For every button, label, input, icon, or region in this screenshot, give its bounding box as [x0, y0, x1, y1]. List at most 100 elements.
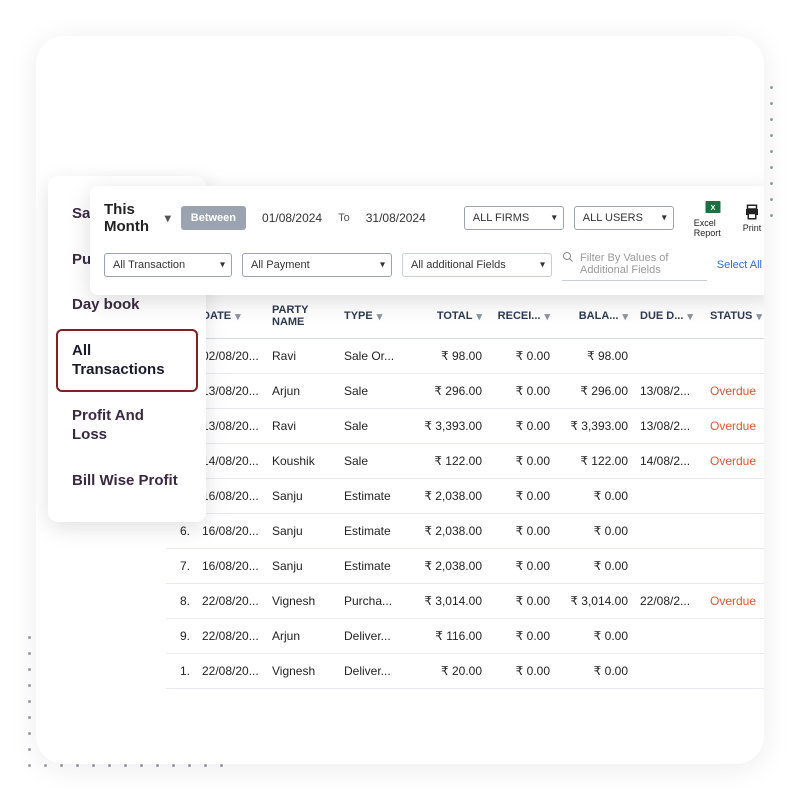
cell-type: Deliver...	[338, 664, 402, 678]
cell-date: 14/08/20...	[196, 454, 266, 468]
cell-party: Sanju	[266, 559, 338, 573]
print-button[interactable]: Print	[742, 203, 762, 233]
cell-party: Sanju	[266, 489, 338, 503]
filter-icon: ▾	[687, 310, 693, 323]
cell-status	[704, 629, 762, 643]
col-total[interactable]: TOTAL▾	[402, 304, 488, 328]
excel-report-button[interactable]: X Excel Report	[694, 198, 732, 238]
cell-status	[704, 524, 762, 538]
cell-status: Overdue	[704, 419, 762, 433]
excel-icon: X	[703, 198, 723, 216]
sidebar-item-billwise-profit[interactable]: Bill Wise Profit	[56, 459, 198, 503]
chevron-down-icon: ▾	[165, 211, 171, 225]
search-icon	[562, 251, 574, 263]
cell-received: ₹ 0.00	[488, 454, 556, 468]
cell-type: Sale	[338, 419, 402, 433]
cell-balance: ₹ 0.00	[556, 489, 634, 503]
cell-type: Sale	[338, 454, 402, 468]
transaction-dropdown[interactable]: All Transaction▾	[104, 253, 232, 277]
table-row[interactable]: 5.16/08/20...SanjuEstimate₹ 2,038.00₹ 0.…	[166, 479, 764, 514]
cell-balance: ₹ 0.00	[556, 559, 634, 573]
cell-total: ₹ 2,038.00	[402, 524, 488, 538]
cell-party: Ravi	[266, 419, 338, 433]
user-dropdown[interactable]: ALL USERS▾	[574, 206, 674, 230]
sidebar-item-profit-loss[interactable]: Profit And Loss	[56, 394, 198, 457]
cell-date: 13/08/20...	[196, 419, 266, 433]
cell-balance: ₹ 3,014.00	[556, 594, 634, 608]
table-row[interactable]: 6.16/08/20...SanjuEstimate₹ 2,038.00₹ 0.…	[166, 514, 764, 549]
period-dropdown[interactable]: This Month ▾	[104, 201, 171, 235]
cell-date: 16/08/20...	[196, 559, 266, 573]
cell-total: ₹ 20.00	[402, 664, 488, 678]
search-input[interactable]: Filter By Values of Additional Fields	[562, 248, 707, 281]
cell-num: 8.	[170, 594, 196, 608]
col-status[interactable]: STATUS▾	[704, 304, 762, 328]
table-row[interactable]: 4.14/08/20...KoushikSale₹ 122.00₹ 0.00₹ …	[166, 444, 764, 479]
cell-due	[634, 349, 704, 363]
cell-total: ₹ 296.00	[402, 384, 488, 398]
firm-dropdown[interactable]: ALL FIRMS▾	[464, 206, 564, 230]
cell-type: Estimate	[338, 559, 402, 573]
cell-type: Deliver...	[338, 629, 402, 643]
cell-total: ₹ 2,038.00	[402, 559, 488, 573]
chevron-down-icon: ▾	[552, 213, 557, 224]
select-all-link[interactable]: Select All	[717, 259, 762, 271]
table-row[interactable]: 1.22/08/20...VigneshDeliver...₹ 20.00₹ 0…	[166, 654, 764, 689]
chevron-down-icon: ▾	[540, 259, 545, 270]
cell-status: Overdue	[704, 594, 762, 608]
cell-total: ₹ 98.00	[402, 349, 488, 363]
cell-due	[634, 524, 704, 538]
table-row[interactable]: 1.02/08/20...RaviSale Or...₹ 98.00₹ 0.00…	[166, 339, 764, 374]
additional-fields-dropdown[interactable]: All additional Fields▾	[402, 253, 552, 277]
cell-received: ₹ 0.00	[488, 524, 556, 538]
cell-received: ₹ 0.00	[488, 629, 556, 643]
cell-status: Overdue	[704, 384, 762, 398]
cell-num: 7.	[170, 559, 196, 573]
col-type[interactable]: TYPE▾	[338, 304, 402, 328]
cell-total: ₹ 2,038.00	[402, 489, 488, 503]
cell-due	[634, 629, 704, 643]
cell-status	[704, 559, 762, 573]
cell-balance: ₹ 0.00	[556, 664, 634, 678]
table-row[interactable]: 2.13/08/20...ArjunSale₹ 296.00₹ 0.00₹ 29…	[166, 374, 764, 409]
cell-date: 02/08/20...	[196, 349, 266, 363]
cell-num: 1.	[170, 664, 196, 678]
table-row[interactable]: 7.16/08/20...SanjuEstimate₹ 2,038.00₹ 0.…	[166, 549, 764, 584]
cell-received: ₹ 0.00	[488, 559, 556, 573]
cell-received: ₹ 0.00	[488, 384, 556, 398]
cell-date: 13/08/20...	[196, 384, 266, 398]
sidebar-item-all-transactions[interactable]: All Transactions	[56, 329, 198, 392]
col-date[interactable]: DATE▾	[196, 304, 266, 328]
col-received[interactable]: RECEI...▾	[488, 304, 556, 328]
date-to[interactable]: 31/08/2024	[360, 207, 432, 229]
filters-bar: This Month ▾ Between 01/08/2024 To 31/08…	[90, 186, 764, 295]
cell-due	[634, 559, 704, 573]
cell-party: Vignesh	[266, 594, 338, 608]
cell-due	[634, 489, 704, 503]
chevron-down-icon: ▾	[380, 259, 385, 270]
filter-icon: ▾	[622, 310, 628, 323]
cell-balance: ₹ 3,393.00	[556, 419, 634, 433]
payment-dropdown[interactable]: All Payment▾	[242, 253, 392, 277]
filter-icon: ▾	[235, 310, 241, 323]
cell-received: ₹ 0.00	[488, 489, 556, 503]
cell-party: Arjun	[266, 384, 338, 398]
date-from[interactable]: 01/08/2024	[256, 207, 328, 229]
col-duedate[interactable]: DUE D...▾	[634, 304, 704, 328]
between-button[interactable]: Between	[181, 206, 246, 230]
table-row[interactable]: 3.13/08/20...RaviSale₹ 3,393.00₹ 0.00₹ 3…	[166, 409, 764, 444]
cell-party: Ravi	[266, 349, 338, 363]
svg-text:X: X	[710, 203, 715, 212]
cell-party: Sanju	[266, 524, 338, 538]
table-row[interactable]: 8.22/08/20...VigneshPurcha...₹ 3,014.00₹…	[166, 584, 764, 619]
col-balance[interactable]: BALA...▾	[556, 304, 634, 328]
cell-due: 22/08/2...	[634, 594, 704, 608]
cell-type: Sale Or...	[338, 349, 402, 363]
filter-icon: ▾	[756, 310, 762, 323]
col-party[interactable]: PARTY NAME	[266, 304, 338, 328]
cell-balance: ₹ 122.00	[556, 454, 634, 468]
cell-date: 22/08/20...	[196, 664, 266, 678]
cell-balance: ₹ 296.00	[556, 384, 634, 398]
table-row[interactable]: 9.22/08/20...ArjunDeliver...₹ 116.00₹ 0.…	[166, 619, 764, 654]
filter-icon: ▾	[476, 310, 482, 323]
